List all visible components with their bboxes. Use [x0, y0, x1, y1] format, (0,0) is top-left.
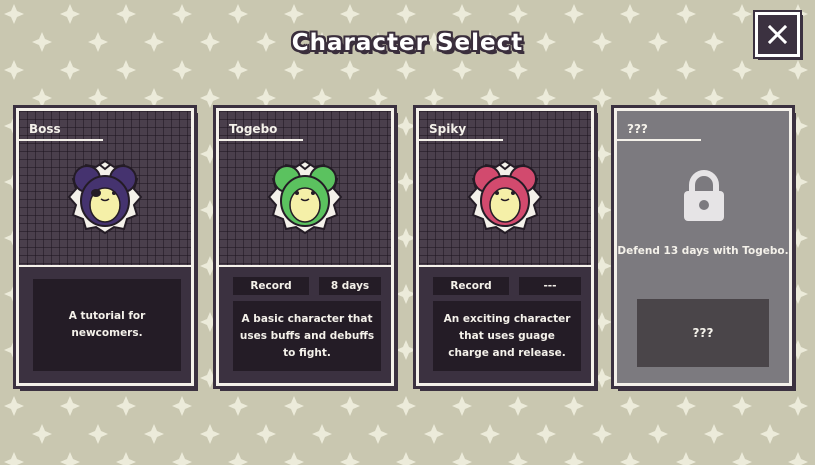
character-card-locked[interactable]: ??? Defend 13 days with Togebo. ??? — [611, 105, 795, 389]
name-underline — [617, 139, 701, 141]
spiky-character-portrait — [467, 159, 543, 235]
unlock-hint: Defend 13 days with Togebo. — [617, 245, 789, 257]
screen-title: Character Select — [291, 30, 524, 56]
card-portrait-area: Boss — [19, 111, 191, 267]
name-underline — [219, 139, 303, 141]
card-portrait-area: Togebo — [219, 111, 391, 267]
name-underline — [419, 139, 503, 141]
boss-character-portrait — [67, 159, 143, 235]
character-card-spiky[interactable]: Spiky Record --- An exciting character t… — [413, 105, 597, 389]
character-name: Boss — [29, 122, 61, 136]
character-card-togebo[interactable]: Togebo Record 8 days A basic character t… — [213, 105, 397, 389]
lock-icon — [684, 170, 724, 221]
record-label: Record — [433, 277, 509, 295]
name-underline — [19, 139, 103, 141]
record-value: --- — [519, 277, 581, 295]
character-name: Spiky — [429, 122, 467, 136]
character-card-boss[interactable]: Boss A tutorial for newcomers. — [13, 105, 197, 389]
close-button[interactable] — [753, 10, 802, 59]
record-value: 8 days — [319, 277, 381, 295]
character-description: A basic character that uses buffs and de… — [233, 301, 381, 371]
close-icon — [768, 25, 787, 44]
locked-placeholder: ??? — [637, 299, 769, 367]
character-description: An exciting character that uses guage ch… — [433, 301, 581, 371]
character-description: A tutorial for newcomers. — [33, 279, 181, 371]
character-name: Togebo — [229, 122, 278, 136]
card-portrait-area: Spiky — [419, 111, 591, 267]
togebo-character-portrait — [267, 159, 343, 235]
character-name: ??? — [627, 122, 648, 136]
record-label: Record — [233, 277, 309, 295]
